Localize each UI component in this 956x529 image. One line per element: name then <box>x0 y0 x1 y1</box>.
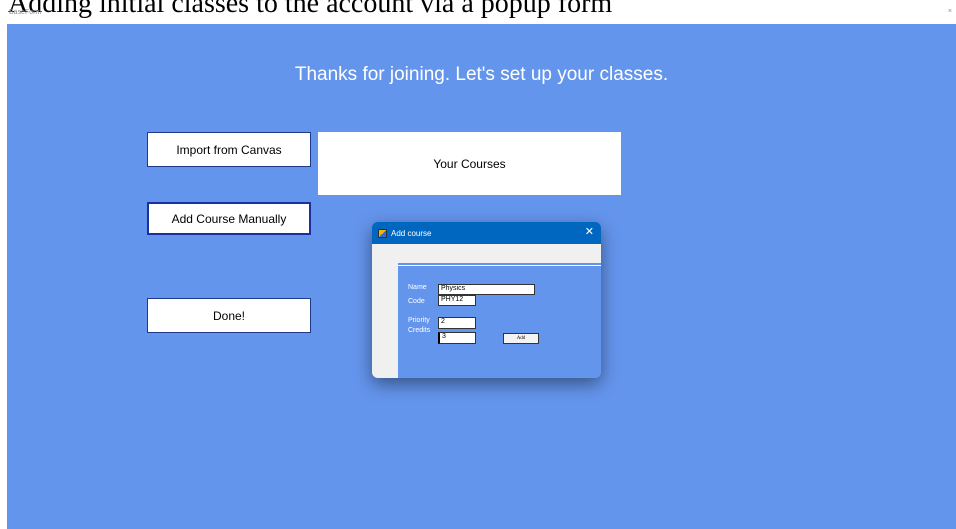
done-label: Done! <box>212 308 246 323</box>
name-label: Name <box>408 284 427 291</box>
dialog-content: Name Physics Code PHY12 Priority 2 Credi… <box>398 265 601 378</box>
priority-field[interactable]: 2 <box>438 317 476 329</box>
dialog-title: Add course <box>391 229 432 238</box>
base-form: Thanks for joining. Let's set up your cl… <box>7 24 956 529</box>
name-field[interactable]: Physics <box>438 284 535 295</box>
done-button[interactable]: Done! <box>147 298 311 333</box>
credits-label: Credits <box>408 327 431 334</box>
add-button[interactable]: Add <box>503 333 539 344</box>
import-from-canvas-label: Import from Canvas <box>176 142 282 157</box>
app-icon <box>378 229 387 238</box>
dialog-close-icon[interactable]: ✕ <box>585 226 594 239</box>
code-field[interactable]: PHY12 <box>438 295 476 306</box>
code-label: Code <box>408 298 425 305</box>
window-close-icon[interactable]: × <box>948 8 952 16</box>
credits-field[interactable]: 3 <box>438 332 476 344</box>
your-courses-label: Your Courses <box>433 156 506 171</box>
your-courses-panel: Your Courses <box>318 132 621 195</box>
window-title: BaseForm <box>9 9 42 16</box>
dialog-left-strip <box>372 263 398 378</box>
priority-label: Priority <box>408 317 430 324</box>
add-course-manually-label: Add Course Manually <box>171 211 287 226</box>
dialog-titlebar[interactable]: Add course ✕ <box>372 222 601 244</box>
import-from-canvas-button[interactable]: Import from Canvas <box>147 132 311 167</box>
add-course-manually-button[interactable]: Add Course Manually <box>147 202 311 235</box>
welcome-heading: Thanks for joining. Let's set up your cl… <box>294 64 669 85</box>
dialog-top-strip <box>372 244 601 263</box>
figure-caption: Adding initial classes to the account vi… <box>8 0 613 19</box>
add-course-dialog: Add course ✕ Name Physics Code PHY12 Pri… <box>372 222 601 378</box>
